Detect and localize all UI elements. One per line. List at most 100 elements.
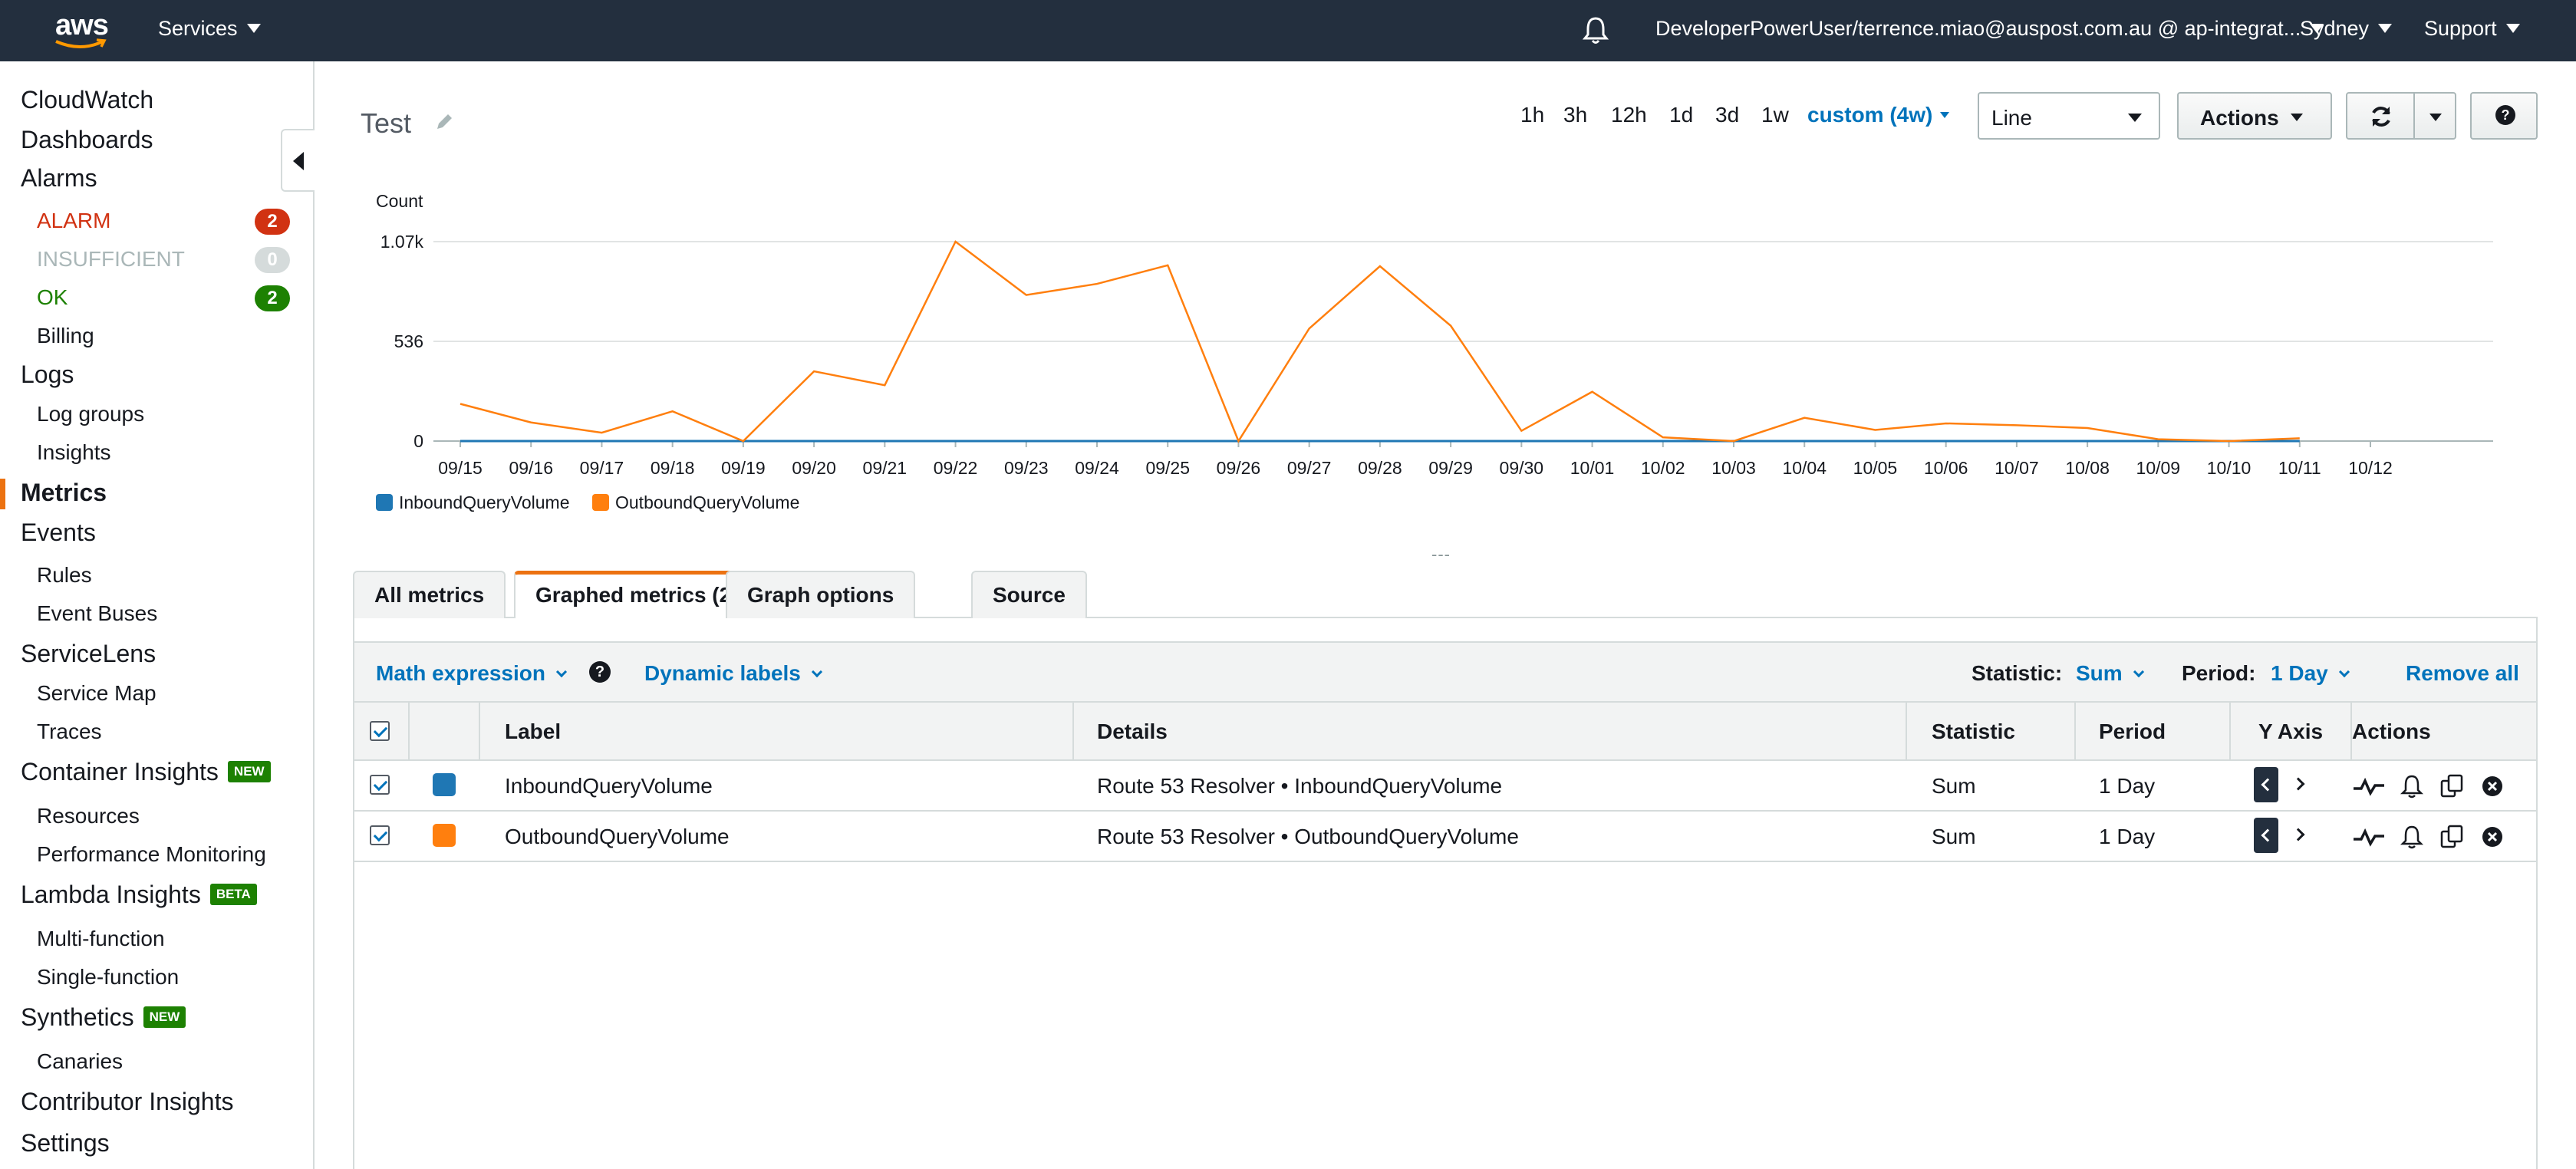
- legend-item-outbound[interactable]: OutboundQueryVolume: [592, 492, 799, 513]
- row-checkbox[interactable]: [370, 775, 390, 795]
- sidebar-item-events[interactable]: Events: [21, 519, 96, 547]
- column-period[interactable]: Period: [2099, 720, 2166, 744]
- tab-source[interactable]: Source: [971, 571, 1087, 618]
- tab-graphed-metrics[interactable]: Graphed metrics (2): [514, 571, 760, 618]
- chart-type-select[interactable]: Line: [1978, 92, 2160, 140]
- bell-alarm-icon[interactable]: [2400, 824, 2424, 850]
- column-actions[interactable]: Actions: [2352, 720, 2431, 744]
- help-icon[interactable]: ?: [589, 661, 611, 683]
- sidebar-item-multi-function[interactable]: Multi-function: [37, 927, 165, 951]
- y-axis-right-button[interactable]: [2294, 779, 2304, 790]
- series-color-swatch[interactable]: [433, 824, 456, 847]
- range-1d[interactable]: 1d: [1669, 103, 1693, 127]
- row-checkbox[interactable]: [370, 825, 390, 845]
- sidebar-item-performance-monitoring[interactable]: Performance Monitoring: [37, 842, 266, 867]
- sidebar-item-traces[interactable]: Traces: [37, 720, 102, 744]
- math-expression-dropdown[interactable]: Math expression: [376, 661, 568, 686]
- sidebar-item-dashboards[interactable]: Dashboards: [21, 126, 153, 154]
- duplicate-icon[interactable]: [2439, 824, 2464, 850]
- range-3d[interactable]: 3d: [1715, 103, 1739, 127]
- range-3h[interactable]: 3h: [1563, 103, 1587, 127]
- x-tick-label: 10/02: [1641, 458, 1685, 478]
- statistic-label: Statistic:: [1972, 661, 2063, 685]
- row-statistic[interactable]: Sum: [1932, 774, 1976, 799]
- support-menu[interactable]: Support: [2424, 17, 2520, 41]
- edit-pencil-icon[interactable]: [434, 112, 454, 132]
- range-custom[interactable]: custom (4w): [1807, 103, 1950, 127]
- graph-metric-icon[interactable]: [2352, 825, 2386, 848]
- sidebar-item-synthetics[interactable]: Synthetics NEW: [21, 1003, 186, 1032]
- sidebar-item-alarms[interactable]: Alarms: [21, 164, 97, 193]
- sidebar-item-single-function[interactable]: Single-function: [37, 965, 179, 990]
- region-menu[interactable]: Sydney: [2300, 17, 2393, 41]
- column-y-axis[interactable]: Y Axis: [2258, 720, 2323, 744]
- sidebar-item-insufficient[interactable]: INSUFFICIENT: [37, 247, 185, 272]
- metrics-line-chart: Count 0 536 1.07k 09/15 09/16 09/17 09/18 09/1…: [376, 191, 2493, 478]
- notification-bell-icon[interactable]: [1580, 14, 1611, 46]
- y-axis-left-button[interactable]: [2254, 767, 2278, 802]
- select-all-checkbox[interactable]: [370, 721, 390, 741]
- refresh-button[interactable]: [2346, 92, 2415, 140]
- sidebar-item-canaries[interactable]: Canaries: [37, 1049, 123, 1074]
- duplicate-icon[interactable]: [2439, 773, 2464, 799]
- refresh-options-button[interactable]: [2413, 92, 2456, 140]
- column-label[interactable]: Label: [505, 720, 561, 744]
- sidebar-item-event-buses[interactable]: Event Buses: [37, 601, 157, 626]
- table-row[interactable]: InboundQueryVolume Route 53 Resolver • I…: [354, 761, 2536, 812]
- sidebar-item-insights[interactable]: Insights: [37, 440, 111, 465]
- row-period[interactable]: 1 Day: [2099, 774, 2155, 799]
- sidebar-item-contributor-insights[interactable]: Contributor Insights: [21, 1088, 233, 1116]
- sidebar-item-billing[interactable]: Billing: [37, 324, 94, 348]
- sidebar-item-settings[interactable]: Settings: [21, 1129, 110, 1157]
- tab-all-metrics[interactable]: All metrics: [353, 571, 506, 618]
- row-label[interactable]: OutboundQueryVolume: [505, 825, 730, 849]
- active-indicator: [0, 479, 5, 509]
- sidebar-item-rules[interactable]: Rules: [37, 563, 92, 588]
- x-tick-label: 09/25: [1145, 458, 1190, 478]
- sidebar-item-servicelens[interactable]: ServiceLens: [21, 640, 156, 668]
- bell-alarm-icon[interactable]: [2400, 773, 2424, 799]
- sidebar-item-cloudwatch[interactable]: CloudWatch: [21, 86, 153, 114]
- column-details[interactable]: Details: [1097, 720, 1168, 744]
- sidebar-item-service-map[interactable]: Service Map: [37, 681, 156, 706]
- actions-button[interactable]: Actions: [2177, 92, 2332, 140]
- row-period[interactable]: 1 Day: [2099, 825, 2155, 849]
- sidebar-item-log-groups[interactable]: Log groups: [37, 402, 144, 426]
- range-12h[interactable]: 12h: [1611, 103, 1647, 127]
- chevron-down-icon: [2429, 114, 2442, 121]
- remove-all-button[interactable]: Remove all: [2406, 661, 2519, 686]
- range-1w[interactable]: 1w: [1761, 103, 1789, 127]
- statistic-dropdown[interactable]: Sum: [2076, 661, 2144, 686]
- sidebar-item-alarm[interactable]: ALARM: [37, 209, 110, 233]
- sidebar-item-metrics[interactable]: Metrics: [21, 479, 107, 507]
- y-axis-right-button[interactable]: [2294, 830, 2304, 841]
- range-1h[interactable]: 1h: [1520, 103, 1544, 127]
- column-statistic[interactable]: Statistic: [1932, 720, 2015, 744]
- series-color-swatch[interactable]: [433, 773, 456, 796]
- sidebar-item-container-insights[interactable]: Container Insights NEW: [21, 758, 271, 786]
- y-axis-left-button[interactable]: [2254, 818, 2278, 853]
- collapse-sidebar-button[interactable]: [281, 129, 315, 192]
- row-label[interactable]: InboundQueryVolume: [505, 774, 713, 799]
- graph-metric-icon[interactable]: [2352, 775, 2386, 798]
- period-dropdown[interactable]: 1 Day: [2271, 661, 2350, 686]
- remove-icon[interactable]: [2481, 825, 2504, 848]
- sidebar-item-logs[interactable]: Logs: [21, 361, 74, 389]
- sidebar-item-resources[interactable]: Resources: [37, 804, 140, 828]
- container-insights-label: Container Insights: [21, 758, 219, 785]
- math-expression-label: Math expression: [376, 661, 545, 685]
- x-tick-label: 09/17: [580, 458, 624, 478]
- dynamic-labels-dropdown[interactable]: Dynamic labels: [644, 661, 822, 686]
- sidebar-item-ok[interactable]: OK: [37, 285, 68, 310]
- help-button[interactable]: ?: [2470, 92, 2538, 140]
- legend-item-inbound[interactable]: InboundQueryVolume: [376, 492, 570, 513]
- tab-graph-options[interactable]: Graph options: [726, 571, 916, 618]
- remove-icon[interactable]: [2481, 775, 2504, 798]
- services-menu[interactable]: Services: [158, 17, 261, 41]
- aws-logo[interactable]: aws: [49, 8, 110, 54]
- resize-handle[interactable]: ---: [1431, 545, 1451, 565]
- sidebar-item-lambda-insights[interactable]: Lambda Insights BETA: [21, 881, 257, 909]
- account-menu[interactable]: DeveloperPowerUser/terrence.miao@auspost…: [1655, 17, 2324, 41]
- table-row[interactable]: OutboundQueryVolume Route 53 Resolver • …: [354, 812, 2536, 862]
- row-statistic[interactable]: Sum: [1932, 825, 1976, 849]
